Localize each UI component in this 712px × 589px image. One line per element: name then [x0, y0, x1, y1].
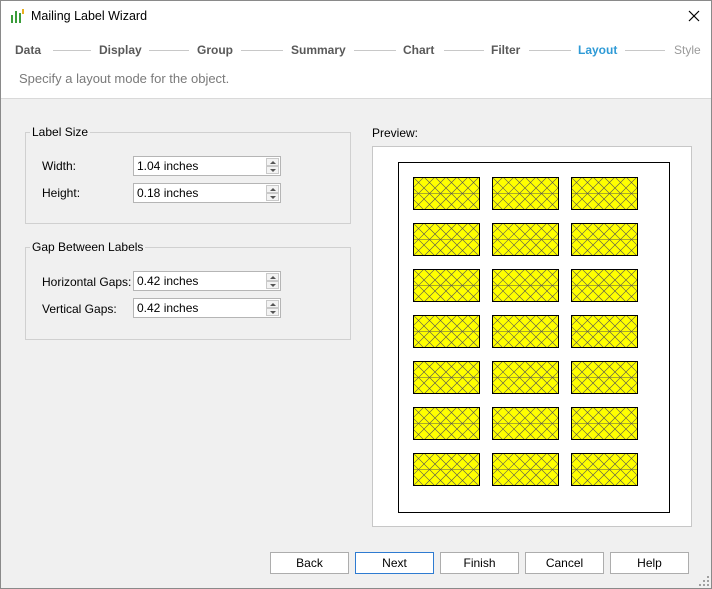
preview-label-cell [571, 269, 638, 302]
gap-title: Gap Between Labels [30, 240, 146, 254]
vertical-spin-down-button[interactable] [266, 308, 279, 316]
preview-label-cell [413, 315, 480, 348]
height-spin-down-button[interactable] [266, 193, 279, 201]
step-connector [241, 50, 283, 51]
preview-label-cell [492, 223, 559, 256]
width-spin-down-button[interactable] [266, 166, 279, 174]
preview-label-cell [413, 361, 480, 394]
horizontal-gaps-label: Horizontal Gaps: [42, 275, 132, 289]
label-size-group: Label Size Width: Height: [25, 125, 351, 224]
step-layout[interactable]: Layout [578, 43, 617, 57]
resize-grip-icon[interactable] [699, 576, 709, 586]
chevron-down-icon [269, 310, 276, 314]
chevron-up-icon [269, 187, 276, 191]
preview-label-cell [413, 223, 480, 256]
cancel-button[interactable]: Cancel [525, 552, 604, 574]
chevron-down-icon [269, 168, 276, 172]
chevron-up-icon [269, 302, 276, 306]
chevron-up-icon [269, 275, 276, 279]
step-connector [354, 50, 396, 51]
preview-label-cell [492, 315, 559, 348]
step-summary[interactable]: Summary [291, 43, 346, 57]
close-icon [688, 10, 700, 22]
height-input[interactable] [134, 184, 264, 202]
back-button[interactable]: Back [270, 552, 349, 574]
help-button[interactable]: Help [610, 552, 689, 574]
width-spinner[interactable] [133, 156, 281, 176]
width-spin-up-button[interactable] [266, 158, 279, 166]
preview-label-cell [492, 269, 559, 302]
horizontal-gaps-input[interactable] [134, 272, 264, 290]
step-group[interactable]: Group [197, 43, 233, 57]
preview-label-cell [571, 315, 638, 348]
horizontal-spin-up-button[interactable] [266, 273, 279, 281]
preview-label-cell [492, 407, 559, 440]
wizard-header: Data Display Group Summary Chart Filter … [1, 31, 711, 99]
close-button[interactable] [677, 1, 711, 31]
horizontal-spin-down-button[interactable] [266, 281, 279, 289]
height-spinner[interactable] [133, 183, 281, 203]
gap-group: Gap Between Labels Horizontal Gaps: Vert… [25, 240, 351, 340]
step-chart[interactable]: Chart [403, 43, 434, 57]
preview-label-cell [413, 407, 480, 440]
height-spin-up-button[interactable] [266, 185, 279, 193]
title-bar: Mailing Label Wizard [1, 1, 711, 31]
step-connector [53, 50, 91, 51]
vertical-gaps-label: Vertical Gaps: [42, 302, 117, 316]
label-size-title: Label Size [30, 125, 91, 139]
step-filter[interactable]: Filter [491, 43, 520, 57]
step-connector [625, 50, 665, 51]
step-connector [444, 50, 484, 51]
chevron-down-icon [269, 195, 276, 199]
preview-label-cell [492, 361, 559, 394]
next-button[interactable]: Next [355, 552, 434, 574]
preview-label-cell [413, 453, 480, 486]
preview-label-cell [571, 453, 638, 486]
preview-label-cell [492, 177, 559, 210]
step-style[interactable]: Style [674, 43, 701, 57]
step-data[interactable]: Data [15, 43, 41, 57]
window-title: Mailing Label Wizard [31, 9, 148, 23]
wizard-window: Mailing Label Wizard Data Display Group … [0, 0, 712, 589]
chevron-down-icon [269, 283, 276, 287]
preview-label: Preview: [372, 126, 419, 140]
horizontal-gaps-spinner[interactable] [133, 271, 281, 291]
app-icon [11, 9, 24, 23]
step-connector [529, 50, 571, 51]
width-input[interactable] [134, 157, 264, 175]
vertical-gaps-spinner[interactable] [133, 298, 281, 318]
preview-page [398, 162, 670, 513]
height-label: Height: [42, 186, 81, 200]
preview-label-cell [571, 361, 638, 394]
preview-label-cell [413, 269, 480, 302]
width-label: Width: [42, 159, 77, 173]
vertical-spin-up-button[interactable] [266, 300, 279, 308]
preview-label-cell [413, 177, 480, 210]
preview-label-cell [571, 407, 638, 440]
step-description: Specify a layout mode for the object. [19, 71, 230, 86]
step-display[interactable]: Display [99, 43, 142, 57]
preview-label-cell [492, 453, 559, 486]
finish-button[interactable]: Finish [440, 552, 519, 574]
preview-label-cell [571, 223, 638, 256]
wizard-steps: Data Display Group Summary Chart Filter … [1, 31, 711, 69]
chevron-up-icon [269, 160, 276, 164]
vertical-gaps-input[interactable] [134, 299, 264, 317]
step-connector [149, 50, 189, 51]
preview-label-cell [571, 177, 638, 210]
preview-panel [372, 146, 692, 527]
